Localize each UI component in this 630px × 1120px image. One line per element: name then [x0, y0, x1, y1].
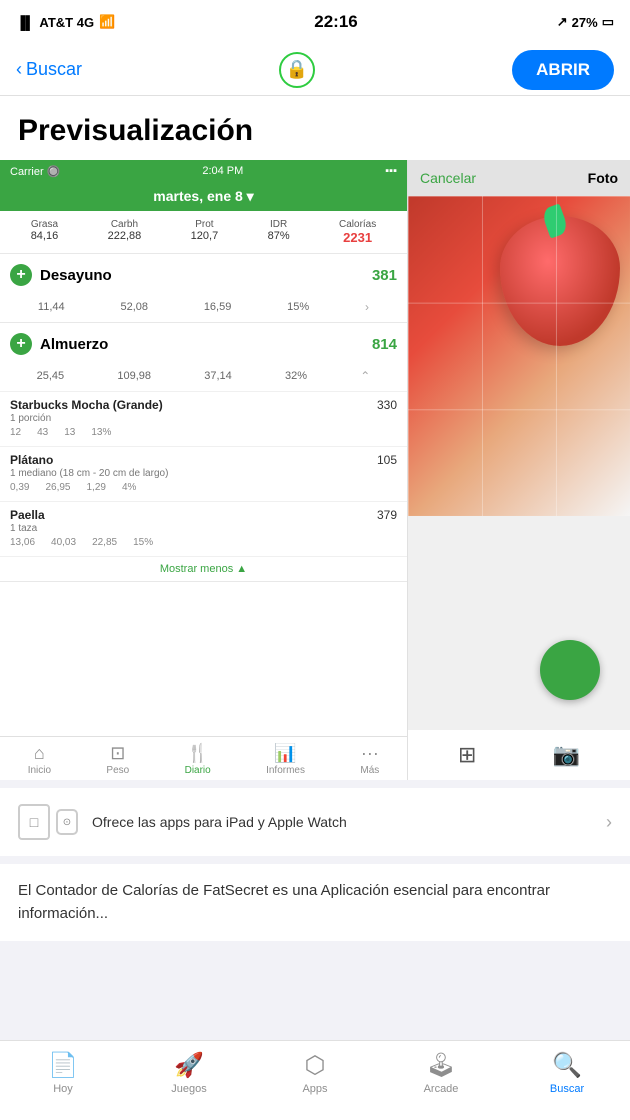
- desayuno-add-button[interactable]: +: [10, 264, 32, 286]
- compat-text: Ofrece las apps para iPad y Apple Watch: [92, 814, 592, 830]
- almuerzo-section: + Almuerzo 814 25,45 109,98 37,14 32% ⌃ …: [0, 323, 407, 582]
- hoy-icon: 📄: [48, 1051, 78, 1080]
- app-tab-bar: ⌂ Inicio ⊡ Peso 🍴 Diario 📊 Informes ···: [0, 736, 407, 780]
- app-tab-peso[interactable]: ⊡ Peso: [106, 743, 129, 776]
- screenshots-section: Carrier 🔘 2:04 PM ▪▪▪ martes, ene 8 ▾ Gr…: [0, 160, 630, 780]
- desayuno-calories: 381: [372, 267, 397, 284]
- macro-calorias: Calorías 2231: [339, 219, 376, 245]
- app-battery: ▪▪▪: [385, 165, 397, 177]
- bottom-tab-bar: 📄 Hoy 🚀 Juegos ⬡ Apps 🕹 Arcade 🔍 Buscar: [0, 1040, 630, 1120]
- almuerzo-macros: 25,45 109,98 37,14 32% ⌃: [0, 365, 407, 391]
- location-icon: ↗: [557, 14, 568, 30]
- photo-screenshot: Cancelar Foto ⊞ 📷: [408, 160, 630, 780]
- page-title: Previsualización: [18, 114, 612, 148]
- apple-photo: [408, 196, 630, 516]
- food-paella: Paella 379 1 taza 13,06 40,03 22,85 15%: [0, 501, 407, 556]
- photo-label: Foto: [588, 170, 618, 186]
- almuerzo-chevron-icon: ⌃: [360, 369, 370, 383]
- more-icon: ···: [360, 743, 379, 764]
- status-bar: ▐▌ AT&T 4G 📶 22:16 ↗ 27% ▭: [0, 0, 630, 44]
- juegos-icon: 🚀: [174, 1051, 204, 1080]
- almuerzo-calories: 814: [372, 336, 397, 353]
- back-button[interactable]: ‹ Buscar: [16, 59, 82, 80]
- ipad-icon: □: [18, 804, 50, 840]
- fork-icon: 🍴: [185, 743, 211, 764]
- app-screenshot: Carrier 🔘 2:04 PM ▪▪▪ martes, ene 8 ▾ Gr…: [0, 160, 408, 780]
- nav-bar: ‹ Buscar 🔒 ABRIR: [0, 44, 630, 96]
- battery-label: 27%: [572, 15, 598, 30]
- app-status-bar: Carrier 🔘 2:04 PM ▪▪▪: [0, 160, 407, 182]
- macro-grasa: Grasa 84,16: [31, 219, 59, 245]
- home-icon: ⌂: [28, 743, 51, 764]
- camera-icon[interactable]: 📷: [553, 742, 580, 768]
- compat-section[interactable]: □ ⊙ Ofrece las apps para iPad y Apple Wa…: [0, 780, 630, 856]
- lock-icon: 🔒: [279, 52, 315, 88]
- almuerzo-label: Almuerzo: [40, 336, 364, 353]
- app-inner: Carrier 🔘 2:04 PM ▪▪▪ martes, ene 8 ▾ Gr…: [0, 160, 407, 780]
- app-macros-row: Grasa 84,16 Carbh 222,88 Prot 120,7 IDR …: [0, 211, 407, 254]
- page-title-section: Previsualización: [0, 96, 630, 160]
- signal-icon: ▐▌: [16, 15, 34, 30]
- almuerzo-add-button[interactable]: +: [10, 333, 32, 355]
- scale-icon: ⊡: [106, 743, 129, 764]
- food-starbucks: Starbucks Mocha (Grande) 330 1 porción 1…: [0, 391, 407, 446]
- tab-buscar[interactable]: 🔍 Buscar: [504, 1051, 630, 1095]
- back-label: Buscar: [26, 59, 82, 80]
- tab-hoy[interactable]: 📄 Hoy: [0, 1051, 126, 1095]
- macro-carbh: Carbh 222,88: [108, 219, 142, 245]
- desayuno-macros: 11,44 52,08 16,59 15% ›: [0, 296, 407, 322]
- app-carrier: Carrier 🔘: [10, 165, 60, 178]
- app-tab-mas[interactable]: ··· Más: [360, 743, 379, 776]
- battery-icon: ▭: [602, 14, 614, 30]
- gallery-icon[interactable]: ⊞: [458, 742, 476, 768]
- compat-chevron-icon: ›: [606, 812, 612, 833]
- capture-button[interactable]: [540, 640, 600, 700]
- description-text: El Contador de Calorías de FatSecret es …: [18, 880, 612, 925]
- carrier-label: AT&T 4G: [39, 15, 94, 30]
- cancelar-button[interactable]: Cancelar: [420, 170, 476, 186]
- desayuno-label: Desayuno: [40, 267, 364, 284]
- apps-icon: ⬡: [305, 1051, 326, 1080]
- macro-prot: Prot 120,7: [191, 219, 219, 245]
- tab-apps[interactable]: ⬡ Apps: [252, 1051, 378, 1095]
- photo-header: Cancelar Foto: [408, 160, 630, 196]
- watch-icon: ⊙: [56, 809, 78, 835]
- description-section: El Contador de Calorías de FatSecret es …: [0, 856, 630, 941]
- status-left: ▐▌ AT&T 4G 📶: [16, 14, 115, 30]
- arcade-icon: 🕹: [426, 1051, 456, 1080]
- app-tab-diario[interactable]: 🍴 Diario: [185, 743, 211, 776]
- app-tab-inicio[interactable]: ⌂ Inicio: [28, 743, 51, 776]
- app-tab-informes[interactable]: 📊 Informes: [266, 743, 305, 776]
- food-platano: Plátano 105 1 mediano (18 cm - 20 cm de …: [0, 446, 407, 501]
- camera-grid-overlay: [408, 196, 630, 516]
- chart-icon: 📊: [266, 743, 305, 764]
- tab-arcade[interactable]: 🕹 Arcade: [378, 1051, 504, 1095]
- desayuno-header[interactable]: + Desayuno 381: [0, 254, 407, 296]
- desayuno-section: + Desayuno 381 11,44 52,08 16,59 15% ›: [0, 254, 407, 323]
- macro-idr: IDR 87%: [268, 219, 290, 245]
- search-icon: 🔍: [552, 1051, 582, 1080]
- tab-juegos[interactable]: 🚀 Juegos: [126, 1051, 252, 1095]
- time-display: 22:16: [314, 12, 357, 32]
- desayuno-chevron-icon: ›: [365, 300, 369, 314]
- compat-icons: □ ⊙: [18, 804, 78, 840]
- wifi-icon: 📶: [99, 14, 115, 30]
- camera-bottom-bar: ⊞ 📷: [408, 730, 630, 780]
- show-less-label[interactable]: Mostrar menos ▲: [0, 556, 407, 581]
- app-date-bar: martes, ene 8 ▾: [0, 182, 407, 211]
- open-button[interactable]: ABRIR: [512, 50, 614, 90]
- almuerzo-header[interactable]: + Almuerzo 814: [0, 323, 407, 365]
- app-time: 2:04 PM: [202, 165, 243, 177]
- status-right: ↗ 27% ▭: [557, 14, 614, 30]
- back-chevron-icon: ‹: [16, 59, 22, 80]
